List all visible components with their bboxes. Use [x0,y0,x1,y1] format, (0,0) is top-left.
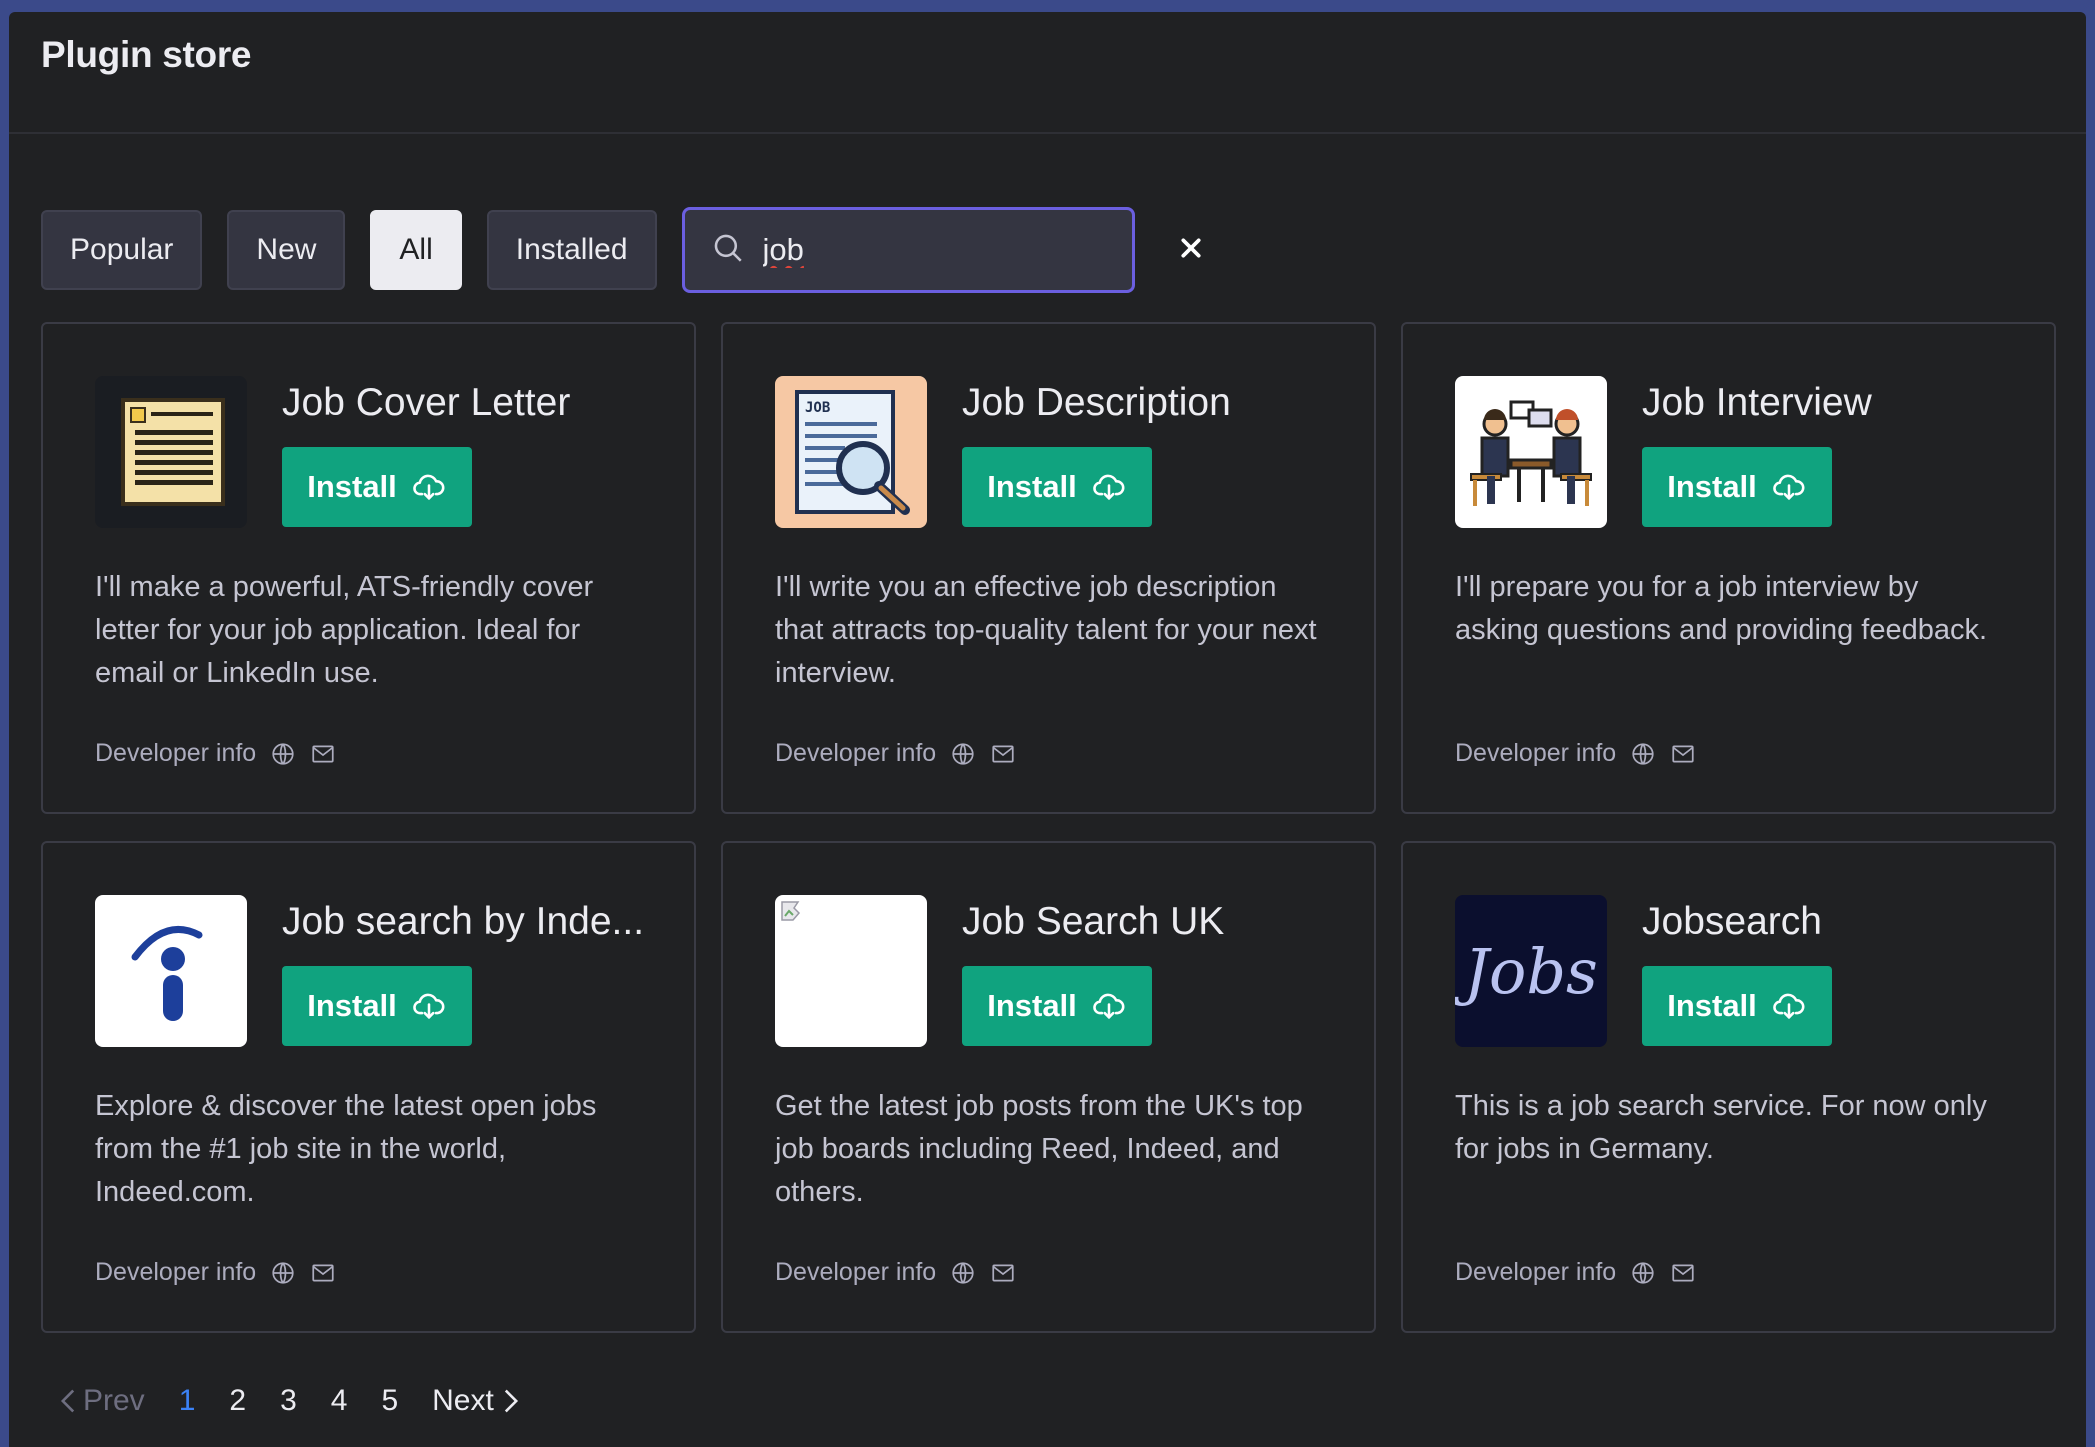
jobs-wordmark-icon: Jobs [1455,895,1607,1047]
plugin-name: Job Description [962,381,1231,424]
plugin-name: Job Cover Letter [282,381,571,424]
globe-icon[interactable] [1630,1260,1656,1286]
cloud-download-icon [1773,993,1805,1019]
magnifier-document-icon: JOB [775,376,927,528]
install-button[interactable]: Install [282,966,472,1046]
cloud-download-icon [413,474,445,500]
chevron-right-icon [504,1389,518,1413]
mail-icon[interactable] [1670,741,1696,767]
interview-icon [1455,376,1607,528]
plugin-card: Job Interview Install I'll prepare you f… [1401,322,2056,814]
cloud-download-icon [1773,474,1805,500]
chevron-left-icon [60,1389,75,1413]
plugin-card: Job Search UK Install Get the latest job… [721,841,1376,1333]
install-button[interactable]: Install [1642,966,1832,1046]
developer-info: Developer info [1455,1258,1696,1287]
filter-popular[interactable]: Popular [41,210,203,290]
plugin-name: Job search by Inde... [282,900,645,943]
globe-icon[interactable] [950,1260,976,1286]
filter-all[interactable]: All [370,210,462,290]
install-button[interactable]: Install [282,447,472,527]
globe-icon[interactable] [270,741,296,767]
plugin-store-modal: Plugin store Popular New All Installed j… [9,12,2086,1447]
plugin-description: This is a job search service. For now on… [1455,1090,1987,1165]
developer-info: Developer info [775,739,1016,768]
plugin-description: I'll prepare you for a job interview by … [1455,571,1988,646]
document-icon [95,376,247,528]
install-button[interactable]: Install [1642,447,1832,527]
install-button[interactable]: Install [962,966,1152,1046]
pagination: Prev 1 2 3 4 5 Next [59,1384,520,1418]
search-input[interactable] [760,231,1164,269]
page-4[interactable]: 4 [331,1384,348,1418]
search-icon [711,231,745,270]
plugin-card: Jobs Jobsearch Install This is a job sea… [1401,841,2056,1333]
broken-image-icon [775,895,927,1047]
plugin-card: Job search by Inde... Install Explore & … [41,841,696,1333]
page-title: Plugin store [41,34,252,75]
plugin-description: I'll write you an effective job descript… [775,571,1317,689]
plugin-name: Job Search UK [962,900,1225,943]
plugin-description: I'll make a powerful, ATS-friendly cover… [95,571,594,689]
plugin-description: Get the latest job posts from the UK's t… [775,1090,1303,1208]
mail-icon[interactable] [990,741,1016,767]
plugin-name: Job Interview [1642,381,1872,424]
clear-search-icon[interactable] [1180,237,1202,264]
page-3[interactable]: 3 [280,1384,297,1418]
mail-icon[interactable] [1670,1260,1696,1286]
svg-text:JOB: JOB [805,400,830,416]
cloud-download-icon [413,993,445,1019]
developer-info: Developer info [775,1258,1016,1287]
globe-icon[interactable] [270,1260,296,1286]
plugin-card: Job Cover Letter Install I'll make a pow… [41,322,696,814]
cloud-download-icon [1093,993,1125,1019]
globe-icon[interactable] [950,741,976,767]
filter-bar: Popular New All Installed [41,207,1201,293]
plugin-card: JOB Job Description Install I'll write y… [721,322,1376,814]
globe-icon[interactable] [1630,741,1656,767]
developer-info: Developer info [95,739,336,768]
plugin-grid: Job Cover Letter Install I'll make a pow… [41,322,2056,1333]
modal-header: Plugin store [9,12,2086,134]
plugin-name: Jobsearch [1642,900,1822,943]
install-button[interactable]: Install [962,447,1152,527]
developer-info: Developer info [1455,739,1696,768]
page-5[interactable]: 5 [381,1384,398,1418]
mail-icon[interactable] [990,1260,1016,1286]
filter-installed[interactable]: Installed [486,210,657,290]
page-2[interactable]: 2 [229,1384,246,1418]
cloud-download-icon [1093,474,1125,500]
next-page-button[interactable]: Next [432,1384,520,1418]
mail-icon[interactable] [310,741,336,767]
developer-info: Developer info [95,1258,336,1287]
indeed-icon [95,895,247,1047]
mail-icon[interactable] [310,1260,336,1286]
prev-page-button[interactable]: Prev [59,1384,145,1418]
plugin-description: Explore & discover the latest open jobs … [95,1090,597,1208]
page-1[interactable]: 1 [179,1384,196,1418]
filter-new[interactable]: New [227,210,346,290]
search-box [681,207,1201,293]
